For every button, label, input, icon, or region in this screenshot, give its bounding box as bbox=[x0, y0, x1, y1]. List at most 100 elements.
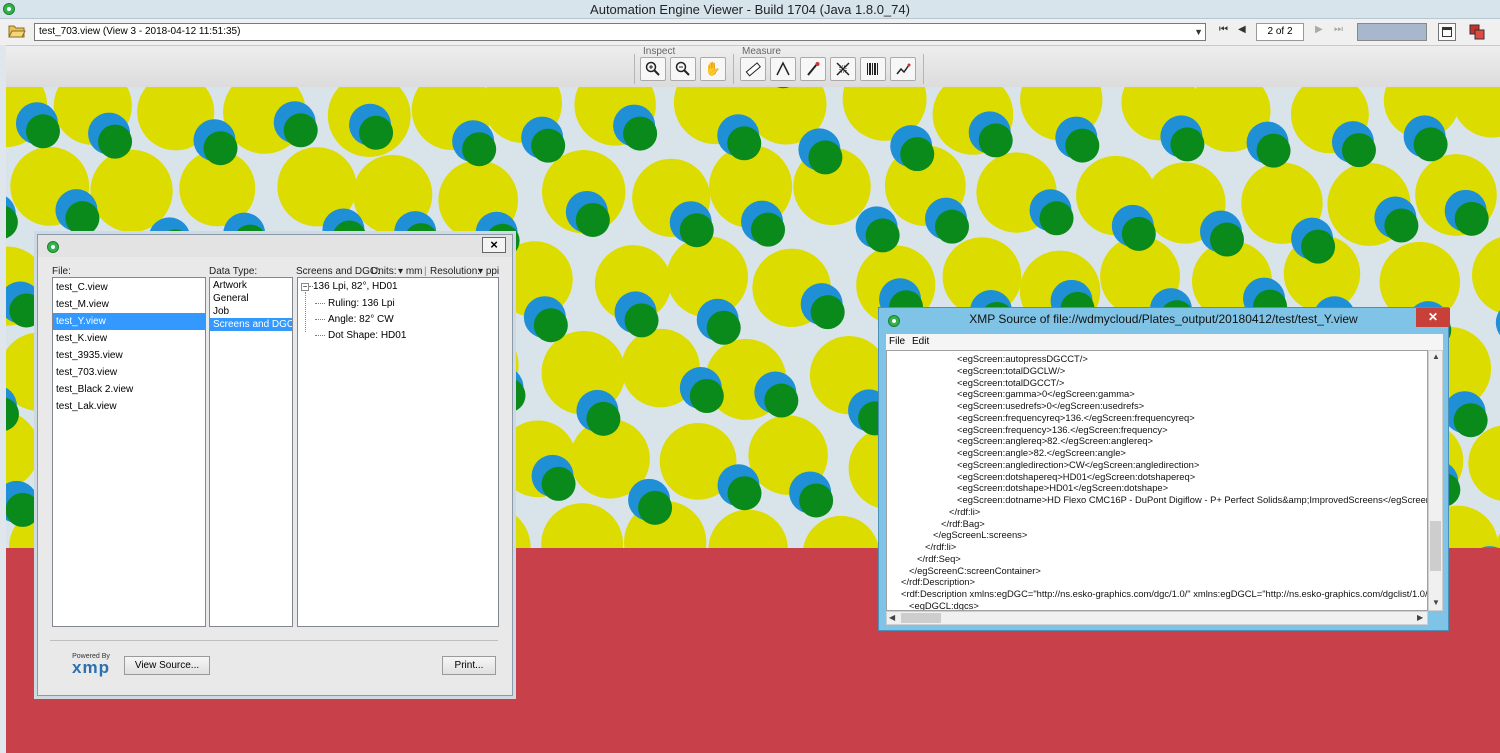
tree-node-dot-shape[interactable]: Dot Shape: HD01 bbox=[315, 330, 406, 341]
zoom-out-icon[interactable] bbox=[670, 57, 696, 81]
page-indicator[interactable]: 2 of 2 bbox=[1256, 23, 1304, 41]
file-list-item[interactable]: test_K.view bbox=[53, 330, 205, 347]
green-dot bbox=[751, 212, 786, 247]
scroll-up-icon[interactable]: ▲ bbox=[1432, 352, 1440, 361]
scroll-down-icon[interactable]: ▼ bbox=[1432, 598, 1440, 607]
scroll-thumb[interactable] bbox=[901, 613, 941, 623]
green-dot bbox=[25, 114, 60, 149]
menu-edit[interactable]: Edit bbox=[912, 336, 929, 347]
vertical-scrollbar[interactable]: ▲ ▼ bbox=[1428, 350, 1443, 611]
xmp-code-line: </rdf:Seq> bbox=[917, 552, 961, 564]
screens-tree: −136 Lpi, 82°, HD01 Ruling: 136 Lpi Angl… bbox=[297, 277, 499, 627]
data-type-item[interactable]: General bbox=[210, 292, 292, 305]
tree-node-ruling[interactable]: Ruling: 136 Lpi bbox=[315, 298, 395, 309]
densitometer-icon[interactable] bbox=[800, 57, 826, 81]
units-value: mm bbox=[405, 266, 423, 277]
xmp-code-line: </rdf:Bag> bbox=[941, 517, 985, 529]
xmp-code-line: <egDGCL:dgcs> bbox=[909, 599, 979, 611]
data-type-item[interactable]: Job bbox=[210, 305, 292, 318]
window-layout-icon[interactable] bbox=[1438, 23, 1456, 41]
close-icon[interactable]: × bbox=[482, 237, 506, 253]
tree-node-label: Angle: 82° CW bbox=[328, 314, 394, 325]
collapse-icon[interactable]: − bbox=[301, 283, 309, 291]
green-dot bbox=[98, 124, 133, 159]
data-type-item[interactable]: Screens and DGC bbox=[210, 318, 292, 331]
xmp-code-line: <egScreen:dotshape>HD01</egScreen:dotsha… bbox=[957, 482, 1169, 494]
units-dropdown[interactable]: ▾ mm bbox=[398, 266, 422, 277]
resolution-dropdown[interactable]: ▾ ppi bbox=[478, 266, 499, 277]
tree-root[interactable]: −136 Lpi, 82°, HD01 bbox=[301, 281, 398, 292]
separation-icon[interactable] bbox=[890, 57, 916, 81]
scroll-thumb[interactable] bbox=[1430, 521, 1441, 571]
screens-label: Screens and DGC: bbox=[296, 266, 380, 277]
green-dot bbox=[1121, 216, 1156, 251]
inspect-group-label: Inspect bbox=[643, 46, 676, 57]
green-dot bbox=[727, 126, 762, 161]
tree-node-angle[interactable]: Angle: 82° CW bbox=[315, 314, 394, 325]
file-list-item[interactable]: test_3935.view bbox=[53, 347, 205, 364]
dialog-separator bbox=[50, 640, 498, 641]
close-icon[interactable]: ✕ bbox=[1416, 308, 1450, 327]
xmp-logo-text: xmp bbox=[72, 658, 110, 677]
xmp-code-line: </rdf:li> bbox=[925, 541, 957, 552]
file-list-item[interactable]: test_703.view bbox=[53, 364, 205, 381]
tool-separator bbox=[634, 54, 635, 84]
menu-file[interactable]: File bbox=[889, 336, 905, 347]
file-list-item[interactable]: test_Y.view bbox=[53, 313, 205, 330]
green-dot bbox=[900, 137, 935, 172]
xmp-code-line: <egScreen:dotshapereq>HD01</egScreen:dot… bbox=[957, 470, 1196, 482]
xmp-source-text[interactable]: <egScreen:autopressDGCCT/> <egScreen:tota… bbox=[886, 350, 1428, 611]
horizontal-scrollbar[interactable]: ◀ ▶ bbox=[886, 611, 1428, 625]
zoom-in-icon[interactable] bbox=[640, 57, 666, 81]
file-list-item[interactable]: test_C.view bbox=[53, 279, 205, 296]
first-page-icon[interactable]: ⏮ bbox=[1219, 24, 1228, 35]
angle-icon[interactable] bbox=[770, 57, 796, 81]
green-dot bbox=[531, 128, 566, 163]
scroll-left-icon[interactable]: ◀ bbox=[889, 613, 895, 622]
xmp-code-line: </egScreenL:screens> bbox=[933, 529, 1028, 541]
data-type-item[interactable]: Artwork bbox=[210, 279, 292, 292]
yellow-dot bbox=[708, 509, 788, 548]
green-dot bbox=[638, 490, 673, 525]
scroll-right-icon[interactable]: ▶ bbox=[1417, 613, 1423, 622]
previous-page-icon[interactable]: ◀ bbox=[1238, 24, 1246, 35]
separations-icon[interactable] bbox=[1468, 23, 1486, 41]
xmp-code-line: </egScreenC:screenContainer> bbox=[909, 564, 1041, 576]
green-dot bbox=[1065, 128, 1100, 163]
last-page-icon[interactable]: ⏭ bbox=[1334, 24, 1343, 35]
document-info-dialog: × File: Data Type: Screens and DGC: Unit… bbox=[37, 234, 513, 696]
xmp-code-line: <egScreen:autopressDGCCT/> bbox=[957, 353, 1088, 364]
file-list-item[interactable]: test_Lak.view bbox=[53, 398, 205, 415]
view-source-button[interactable]: View Source... bbox=[124, 656, 210, 675]
green-dot bbox=[764, 383, 799, 418]
open-folder-icon[interactable] bbox=[8, 23, 26, 39]
screen-checker-icon[interactable] bbox=[830, 57, 856, 81]
ruler-icon[interactable] bbox=[740, 57, 766, 81]
yellow-dot bbox=[803, 515, 879, 548]
tree-connector bbox=[305, 292, 306, 332]
xmp-code-line: <egScreen:totalDGCLW/> bbox=[957, 364, 1066, 376]
color-swatch[interactable] bbox=[1357, 23, 1427, 41]
green-dot bbox=[706, 310, 741, 345]
app-logo-icon bbox=[47, 241, 59, 253]
tool-separator bbox=[923, 54, 924, 84]
green-dot bbox=[6, 492, 40, 527]
chevron-down-icon[interactable]: ▼ bbox=[1194, 27, 1203, 37]
file-list-item[interactable]: test_M.view bbox=[53, 296, 205, 313]
yellow-dot bbox=[541, 503, 624, 548]
file-view-select-value: test_703.view (View 3 - 2018-04-12 11:51… bbox=[39, 26, 241, 37]
green-dot bbox=[1454, 201, 1489, 236]
next-page-icon[interactable]: ▶ bbox=[1315, 24, 1323, 35]
file-list-item[interactable]: test_Black 2.view bbox=[53, 381, 205, 398]
green-dot bbox=[808, 140, 843, 175]
green-dot bbox=[541, 466, 576, 501]
green-dot bbox=[283, 113, 318, 148]
barcode-icon[interactable] bbox=[860, 57, 886, 81]
file-view-select[interactable]: test_703.view (View 3 - 2018-04-12 11:51… bbox=[34, 23, 1206, 41]
green-dot bbox=[1413, 127, 1448, 162]
xmp-source-window: XMP Source of file://wdmycloud/Plates_ou… bbox=[878, 307, 1450, 631]
print-button[interactable]: Print... bbox=[442, 656, 496, 675]
xmp-code-line: <egScreen:totalDGCCT/> bbox=[957, 376, 1065, 388]
green-dot bbox=[1209, 222, 1244, 257]
hand-pan-icon[interactable]: ✋ bbox=[700, 57, 726, 81]
